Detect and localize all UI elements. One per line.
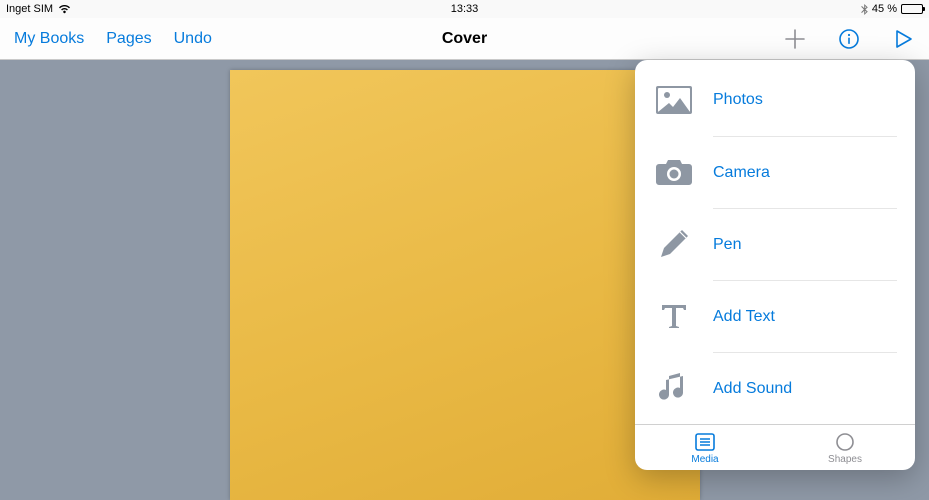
- carrier-label: Inget SIM: [6, 3, 53, 15]
- popover-item-label: Pen: [713, 236, 741, 254]
- text-icon: [653, 295, 695, 337]
- tab-media[interactable]: Media: [635, 425, 775, 470]
- camera-icon: [653, 151, 695, 193]
- nav-left: My Books Pages Undo: [14, 30, 212, 48]
- popover-tabbar: Media Shapes: [635, 424, 915, 470]
- popover-item-add-text[interactable]: Add Text: [635, 280, 915, 352]
- info-icon[interactable]: [837, 27, 861, 51]
- popover-item-label: Photos: [713, 91, 763, 109]
- popover-item-label: Add Sound: [713, 380, 792, 398]
- popover-item-label: Add Text: [713, 308, 775, 326]
- popover-item-pen[interactable]: Pen: [635, 208, 915, 280]
- sound-icon: [653, 367, 695, 409]
- status-left: Inget SIM: [6, 3, 71, 15]
- status-time: 13:33: [451, 3, 479, 15]
- popover-item-label: Camera: [713, 164, 770, 182]
- bluetooth-icon: [861, 4, 868, 15]
- battery-percent: 45 %: [872, 3, 897, 15]
- popover-item-add-sound[interactable]: Add Sound: [635, 352, 915, 424]
- play-icon[interactable]: [891, 27, 915, 51]
- my-books-button[interactable]: My Books: [14, 30, 84, 48]
- popover-item-camera[interactable]: Camera: [635, 136, 915, 208]
- tab-media-label: Media: [691, 454, 718, 465]
- tab-shapes[interactable]: Shapes: [775, 425, 915, 470]
- nav-right: [783, 27, 915, 51]
- tab-shapes-label: Shapes: [828, 454, 862, 465]
- status-right: 45 %: [861, 3, 923, 15]
- photos-icon: [653, 79, 695, 121]
- cover-page[interactable]: [230, 70, 700, 500]
- popover-body: Photos Camera Pen Add Text Add Sound: [635, 60, 915, 424]
- pen-icon: [653, 223, 695, 265]
- shapes-tab-icon: [834, 431, 856, 453]
- add-icon[interactable]: [783, 27, 807, 51]
- wifi-icon: [58, 4, 71, 14]
- battery-icon: [901, 4, 923, 14]
- nav-bar: My Books Pages Undo Cover: [0, 18, 929, 60]
- status-bar: Inget SIM 13:33 45 %: [0, 0, 929, 18]
- media-tab-icon: [694, 431, 716, 453]
- undo-button[interactable]: Undo: [174, 30, 212, 48]
- popover-item-photos[interactable]: Photos: [635, 64, 915, 136]
- nav-title: Cover: [442, 30, 487, 48]
- pages-button[interactable]: Pages: [106, 30, 151, 48]
- add-popover: Photos Camera Pen Add Text Add Sound: [635, 60, 915, 470]
